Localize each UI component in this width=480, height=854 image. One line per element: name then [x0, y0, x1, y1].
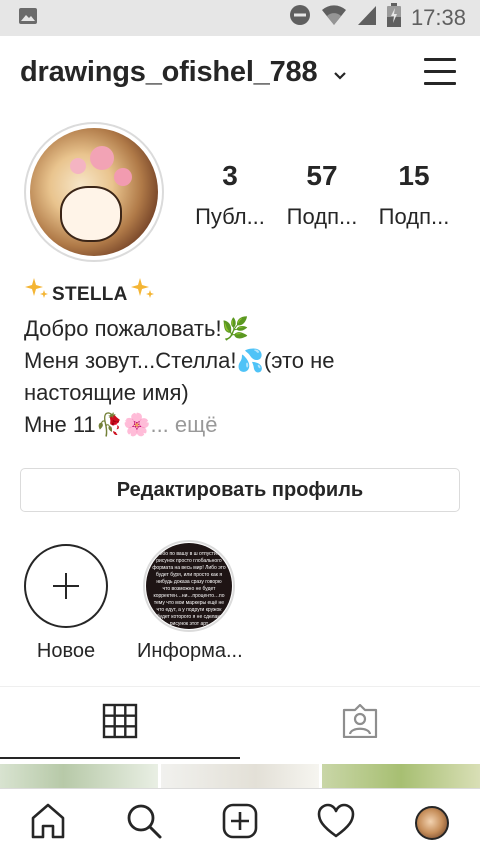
- signal-icon: [357, 4, 377, 32]
- profile-display-name: STELLA: [52, 283, 128, 305]
- bio-line: Меня зовут...Стелла!💦(это не: [24, 348, 335, 373]
- heart-icon: [317, 803, 355, 844]
- highlight-label: Новое: [36, 640, 96, 662]
- nav-new-post[interactable]: [220, 803, 260, 843]
- sparkles-icon: [130, 276, 156, 313]
- stat-following[interactable]: 15 Подп...: [368, 160, 460, 230]
- home-icon: [29, 802, 67, 845]
- menu-icon[interactable]: [424, 58, 456, 88]
- battery-icon: [386, 3, 401, 33]
- tab-active-indicator: [0, 757, 240, 759]
- username[interactable]: drawings_ofishel_788: [20, 56, 318, 89]
- new-post-icon: [221, 802, 259, 845]
- bio-line: Добро пожаловать!🌿: [24, 316, 249, 341]
- stat-label: Публ...: [195, 204, 265, 229]
- profile-tabs: [0, 687, 480, 759]
- nav-home[interactable]: [28, 803, 68, 843]
- image-icon: [18, 6, 38, 31]
- chevron-down-icon[interactable]: [333, 68, 347, 86]
- bio-line-last: Мне 11🥀🌸... ещё: [24, 409, 464, 441]
- plus-icon[interactable]: [24, 544, 108, 628]
- stat-count: 3: [222, 160, 238, 191]
- profile-bio: STELLA Добро пожаловать!🌿 Меня зовут...С…: [24, 276, 464, 441]
- grid-icon: [102, 703, 138, 744]
- bio-line: настоящие имя): [24, 380, 189, 405]
- sparkles-icon: [24, 276, 50, 313]
- bio-more-link[interactable]: ... ещё: [150, 412, 217, 437]
- stat-count: 15: [398, 160, 430, 191]
- tab-tagged[interactable]: [240, 687, 480, 759]
- post-thumbnail[interactable]: [161, 764, 319, 788]
- profile-avatar-ring[interactable]: [24, 122, 164, 262]
- stat-count: 57: [306, 160, 338, 191]
- tagged-person-icon: [342, 703, 378, 743]
- profile-avatar: [415, 806, 449, 840]
- post-thumbnail[interactable]: [322, 764, 480, 788]
- status-time: 17:38: [410, 5, 466, 30]
- highlight-new[interactable]: Новое: [24, 544, 108, 663]
- stat-label: Подп...: [286, 204, 358, 229]
- stat-posts[interactable]: 3 Публ...: [184, 160, 276, 230]
- search-icon: [125, 802, 163, 845]
- tab-grid[interactable]: [0, 687, 240, 759]
- stat-label: Подп...: [378, 204, 450, 229]
- profile-name: STELLA: [24, 276, 464, 313]
- nav-search[interactable]: [124, 803, 164, 843]
- edit-profile-button[interactable]: Редактировать профиль: [20, 468, 460, 512]
- post-grid-preview: [0, 764, 480, 788]
- post-thumbnail[interactable]: [0, 764, 158, 788]
- highlight-label: Информа...: [137, 640, 243, 662]
- highlight-cover[interactable]: Либо по вашу в ш отпустить рисунок прост…: [143, 540, 235, 632]
- highlight-cover-text: Либо по вашу в ш отпустить рисунок прост…: [146, 543, 232, 629]
- wifi-icon: [321, 4, 347, 32]
- nav-activity[interactable]: [316, 803, 356, 843]
- nav-profile[interactable]: [412, 803, 452, 843]
- profile-header: drawings_ofishel_788: [0, 44, 480, 102]
- bottom-navigation: [0, 788, 480, 854]
- bio-line: Мне 11🥀🌸: [24, 412, 151, 437]
- highlight-info[interactable]: Либо по вашу в ш отпустить рисунок прост…: [137, 540, 243, 663]
- do-not-disturb-icon: [289, 4, 311, 32]
- profile-avatar[interactable]: [30, 128, 158, 256]
- status-bar: 17:38: [0, 0, 480, 36]
- stat-followers[interactable]: 57 Подп...: [276, 160, 368, 230]
